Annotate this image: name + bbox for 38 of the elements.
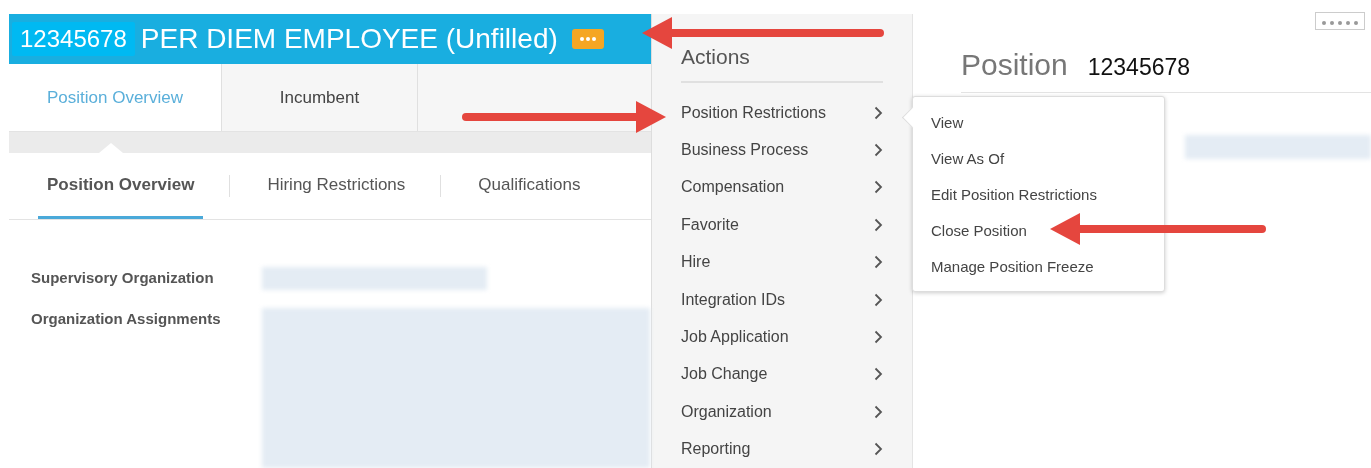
submenu-item[interactable]: Manage Position Freeze (913, 249, 1164, 285)
submenu-item[interactable]: Edit Position Restrictions (913, 177, 1164, 213)
submenu-item[interactable]: Close Position (913, 213, 1164, 249)
menu-item[interactable]: Business Process (681, 131, 883, 169)
chevron-right-icon (874, 330, 883, 345)
chevron-right-icon (874, 255, 883, 270)
chevron-right-icon (874, 442, 883, 457)
menu-item[interactable]: Position Restrictions (681, 94, 883, 132)
menu-item[interactable]: Job Application (681, 318, 883, 356)
menu-item[interactable]: Favorite (681, 206, 883, 244)
position-id: 12345678 (12, 22, 135, 57)
menu-title: Actions (681, 14, 883, 83)
field-label: Organization Assignments (31, 309, 222, 329)
menu-item[interactable]: Job Change (681, 355, 883, 394)
page-title: PER DIEM EMPLOYEE (Unfilled) (140, 23, 558, 56)
sub-tab[interactable]: Hiring Restrictions (258, 153, 415, 219)
menu-item[interactable]: Integration IDs (681, 280, 883, 319)
chevron-right-icon (874, 143, 883, 158)
chevron-right-icon (874, 217, 883, 232)
position-number: 12345678 (1087, 54, 1191, 81)
dots-icon (1320, 19, 1360, 26)
menu-item[interactable]: Compensation (681, 168, 883, 207)
panel-title: Position (961, 48, 1068, 82)
chevron-right-icon (874, 404, 883, 419)
related-actions-icon[interactable] (571, 29, 604, 50)
submenu-item[interactable]: View (913, 105, 1164, 141)
sub-tab[interactable]: Qualifications (469, 153, 590, 219)
menu-item[interactable]: Hire (681, 243, 883, 281)
menu-item[interactable]: Reporting (681, 430, 883, 468)
chevron-right-icon (874, 367, 883, 382)
more-button[interactable] (1315, 12, 1365, 30)
submenu-item[interactable]: View As Of (913, 141, 1164, 177)
chevron-right-icon (874, 105, 883, 120)
sub-tab[interactable]: Position Overview (38, 153, 204, 219)
chevron-right-icon (874, 292, 883, 307)
menu-item[interactable]: Organization (681, 393, 883, 431)
chevron-right-icon (874, 180, 883, 195)
field-label: Supervisory Organization (31, 268, 215, 288)
